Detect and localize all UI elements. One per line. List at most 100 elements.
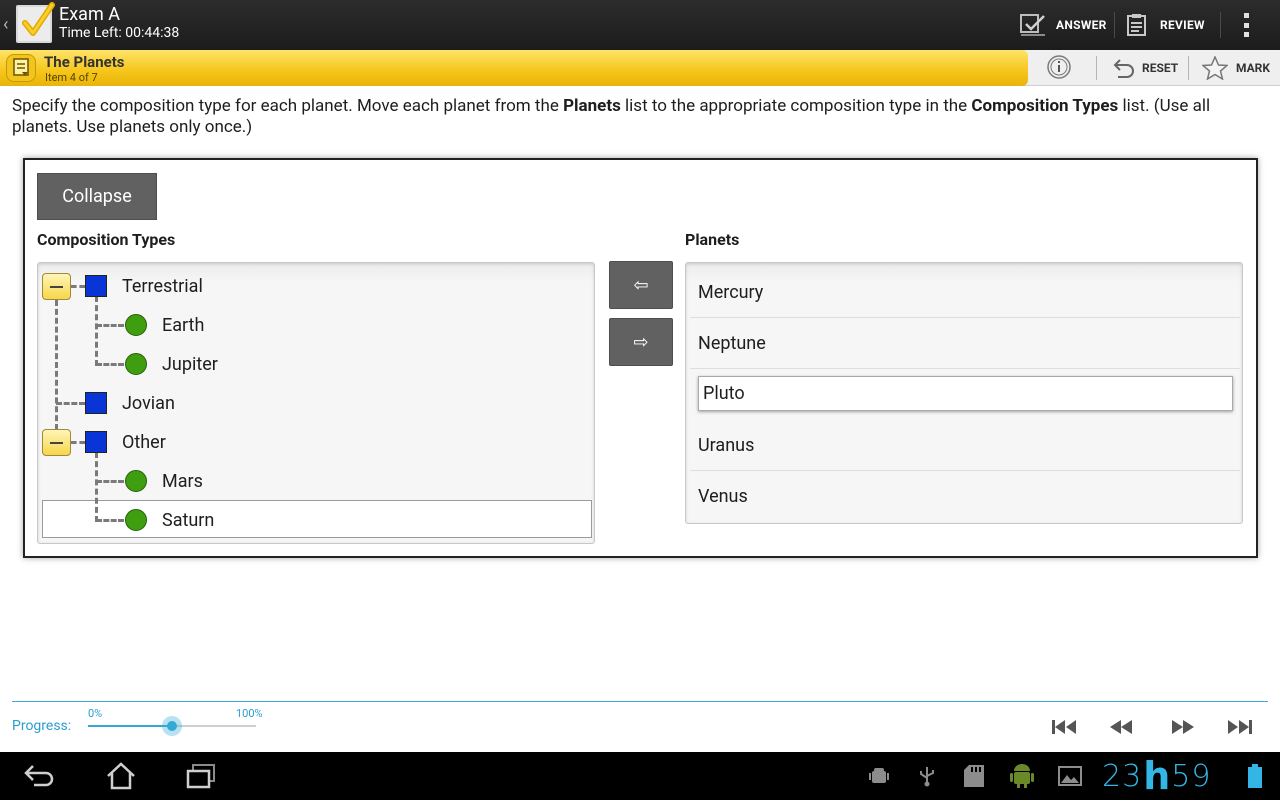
planet-item-neptune[interactable]: Neptune — [690, 318, 1240, 369]
instructions-text: Specify the composition type for each pl… — [12, 96, 564, 116]
collapse-terrestrial-toggle[interactable] — [42, 273, 71, 300]
usb-icon — [916, 752, 938, 800]
divider — [1096, 56, 1097, 80]
planet-circle-icon — [125, 470, 147, 492]
item-instructions: Specify the composition type for each pl… — [12, 96, 1272, 138]
tree-item-mars[interactable]: Mars — [162, 471, 203, 492]
progress-max-label: 100% — [236, 707, 263, 720]
progress-fill — [88, 725, 172, 727]
tree-group-other[interactable]: Other — [122, 432, 166, 453]
drag-drop-panel: Collapse Composition Types Planets Terre… — [23, 158, 1258, 558]
planets-header: Planets — [685, 230, 740, 249]
tree-connector — [71, 285, 85, 288]
instructions-text: list to the appropriate composition type… — [620, 96, 972, 116]
android-debug-icon — [868, 752, 890, 800]
composition-types-tree[interactable]: Terrestrial Earth Jupiter Jovian Other M… — [37, 262, 595, 544]
progress-divider — [12, 701, 1268, 702]
home-icon[interactable] — [104, 752, 138, 800]
up-chevron-icon[interactable]: ‹ — [3, 14, 8, 35]
next-item-button[interactable] — [1168, 714, 1198, 740]
system-clock: 23 h 59 — [1102, 752, 1211, 800]
clock-hours: 23 — [1102, 758, 1143, 794]
checkbox-app-icon[interactable] — [16, 2, 55, 43]
tree-connector — [96, 324, 124, 327]
divider — [1220, 12, 1221, 38]
collapse-button[interactable]: Collapse — [37, 173, 157, 220]
item-title: The Planets — [44, 53, 125, 71]
overflow-menu-icon[interactable] — [1244, 13, 1250, 37]
planet-item-uranus[interactable]: Uranus — [690, 420, 1240, 471]
tree-connector — [95, 296, 98, 366]
tree-connector — [96, 480, 124, 483]
system-navigation-bar — [0, 752, 1280, 800]
item-position: Item 4 of 7 — [45, 71, 98, 84]
tree-connector — [71, 441, 85, 444]
battery-icon — [1244, 752, 1266, 800]
planet-item-venus[interactable]: Venus — [690, 471, 1240, 522]
divider — [1188, 56, 1189, 80]
planet-item-mercury[interactable]: Mercury — [690, 267, 1240, 318]
move-right-button[interactable]: ⇨ — [609, 318, 673, 366]
planet-item-pluto[interactable]: Pluto — [698, 376, 1233, 411]
action-bar: ‹ Exam A Time Left: 00:44:38 ANSWER REVI… — [0, 0, 1280, 50]
clock-minutes: 59 — [1171, 758, 1212, 794]
answer-label: ANSWER — [1056, 18, 1107, 32]
first-item-button[interactable] — [1049, 714, 1079, 740]
mark-label: MARK — [1236, 61, 1270, 75]
review-label: REVIEW — [1160, 18, 1205, 32]
mark-button[interactable]: MARK — [1202, 50, 1270, 86]
review-icon — [1126, 13, 1150, 37]
fast-forward-icon — [1172, 720, 1194, 734]
tree-group-jovian[interactable]: Jovian — [122, 393, 175, 414]
tree-connector — [55, 300, 58, 430]
back-icon[interactable] — [22, 752, 58, 800]
reset-button[interactable]: RESET — [1112, 50, 1178, 86]
item-header — [0, 50, 1028, 86]
group-square-icon — [85, 431, 107, 453]
tree-item-earth[interactable]: Earth — [162, 315, 204, 336]
android-update-icon — [1008, 752, 1036, 800]
planets-list[interactable]: Mercury Neptune Pluto Uranus Venus — [685, 262, 1243, 524]
previous-item-button[interactable] — [1106, 714, 1136, 740]
progress-label: Progress: — [12, 718, 72, 734]
undo-icon — [1112, 57, 1136, 79]
skip-last-icon — [1228, 720, 1252, 734]
clock-separator: h — [1143, 754, 1171, 798]
last-item-button[interactable] — [1225, 714, 1255, 740]
progress-thumb[interactable] — [162, 716, 182, 736]
time-left: Time Left: 00:44:38 — [59, 25, 180, 41]
recent-apps-icon[interactable] — [184, 752, 218, 800]
planet-circle-icon — [125, 314, 147, 336]
review-button[interactable]: REVIEW — [1126, 0, 1205, 50]
skip-first-icon — [1052, 720, 1076, 734]
answer-button[interactable]: ANSWER — [1020, 0, 1107, 50]
exam-title: Exam A — [59, 4, 120, 25]
tree-connector — [96, 363, 124, 366]
tree-connector — [56, 402, 85, 405]
tree-connector — [96, 519, 124, 522]
progress-min-label: 0% — [88, 707, 103, 720]
planet-circle-icon — [125, 509, 147, 531]
divider — [1114, 12, 1115, 38]
item-bar: The Planets Item 4 of 7 RESET MARK — [0, 50, 1280, 86]
answer-icon — [1020, 13, 1046, 37]
tree-group-terrestrial[interactable]: Terrestrial — [122, 276, 203, 297]
star-icon — [1202, 56, 1228, 80]
item-list-icon[interactable] — [6, 54, 36, 82]
group-square-icon — [85, 392, 107, 414]
move-left-button[interactable]: ⇦ — [609, 261, 673, 309]
tree-item-saturn[interactable]: Saturn — [162, 510, 214, 531]
group-square-icon — [85, 275, 107, 297]
collapse-other-toggle[interactable] — [42, 429, 71, 456]
reset-label: RESET — [1142, 61, 1179, 75]
instructions-bold: Planets — [563, 96, 621, 116]
tree-item-jupiter[interactable]: Jupiter — [162, 354, 218, 375]
sd-card-icon — [962, 752, 986, 800]
composition-types-header: Composition Types — [37, 230, 176, 249]
rewind-icon — [1110, 720, 1132, 734]
gallery-icon — [1058, 752, 1082, 800]
info-button[interactable] — [1046, 50, 1072, 86]
planet-circle-icon — [125, 353, 147, 375]
tree-connector — [95, 452, 98, 522]
info-icon — [1046, 54, 1072, 83]
